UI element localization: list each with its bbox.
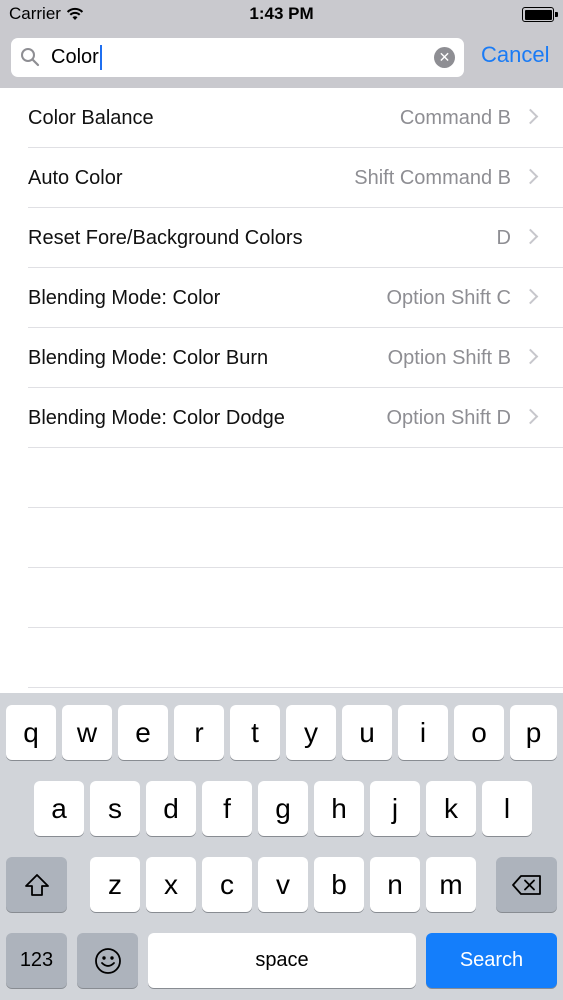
item-shortcut: Shift Command B [354,167,511,189]
item-shortcut: Option Shift B [387,347,511,369]
empty-row [28,628,563,688]
chevron-right-icon [522,168,539,185]
backspace-icon [511,874,541,895]
key-v[interactable]: v [258,857,308,912]
search-key[interactable]: Search [426,933,557,988]
battery-level [524,9,552,20]
key-i[interactable]: i [398,705,448,760]
key-l[interactable]: l [482,781,532,836]
item-title: Color Balance [28,107,154,129]
item-title: Blending Mode: Color Burn [28,347,269,369]
key-p[interactable]: p [510,705,557,760]
item-title: Reset Fore/Background Colors [28,227,303,249]
battery-tip [555,12,558,17]
key-a[interactable]: a [34,781,84,836]
key-r[interactable]: r [174,705,224,760]
numbers-key[interactable]: 123 [6,933,67,988]
key-x[interactable]: x [146,857,196,912]
key-b[interactable]: b [314,857,364,912]
item-title: Auto Color [28,167,123,189]
key-j[interactable]: j [370,781,420,836]
key-o[interactable]: o [454,705,504,760]
search-field[interactable]: Color ✕ [11,38,464,77]
keyboard: q w e r t y u i o p a s d f g h j k l z … [0,693,563,1000]
text-caret [99,45,102,70]
cancel-button[interactable]: Cancel [481,42,549,68]
key-u[interactable]: u [342,705,392,760]
key-m[interactable]: m [426,857,476,912]
emoji-icon [94,947,121,974]
key-k[interactable]: k [426,781,476,836]
shift-key[interactable] [6,857,67,912]
empty-row [28,568,563,628]
key-y[interactable]: y [286,705,336,760]
battery-icon [522,7,558,22]
key-s[interactable]: s [90,781,140,836]
list-item[interactable]: Color Balance Command B [28,88,563,148]
item-shortcut: Command B [399,107,511,129]
results-list: Color Balance Command B Auto Color Shift… [0,88,563,688]
list-item[interactable]: Auto Color Shift Command B [28,148,563,208]
key-h[interactable]: h [314,781,364,836]
status-time: 1:43 PM [249,4,314,23]
list-item[interactable]: Reset Fore/Background Colors D [28,208,563,268]
clear-icon[interactable]: ✕ [434,47,455,68]
key-g[interactable]: g [258,781,308,836]
key-q[interactable]: q [6,705,56,760]
key-f[interactable]: f [202,781,252,836]
key-d[interactable]: d [146,781,196,836]
backspace-key[interactable] [496,857,557,912]
key-t[interactable]: t [230,705,280,760]
chevron-right-icon [522,288,539,305]
key-z[interactable]: z [90,857,140,912]
item-title: Blending Mode: Color Dodge [28,407,285,429]
space-key[interactable]: space [148,933,416,988]
status-bar: Carrier 1:43 PM [0,0,563,30]
list-item[interactable]: Blending Mode: Color Dodge Option Shift … [28,388,563,448]
search-input-text: Color [51,46,99,68]
shift-icon [24,873,49,896]
key-n[interactable]: n [370,857,420,912]
item-shortcut: Option Shift D [386,407,511,429]
key-e[interactable]: e [118,705,168,760]
chevron-right-icon [522,228,539,245]
emoji-key[interactable] [77,933,138,988]
chevron-right-icon [522,408,539,425]
item-title: Blending Mode: Color [28,287,221,309]
list-item[interactable]: Blending Mode: Color Option Shift C [28,268,563,328]
empty-row [28,508,563,568]
list-item[interactable]: Blending Mode: Color Burn Option Shift B [28,328,563,388]
item-shortcut: Option Shift C [386,287,511,309]
search-bar: Color ✕ Cancel [0,30,563,88]
chevron-right-icon [522,108,539,125]
search-icon [21,48,40,67]
key-c[interactable]: c [202,857,252,912]
chevron-right-icon [522,348,539,365]
key-w[interactable]: w [62,705,112,760]
empty-row [28,448,563,508]
search-input[interactable]: Color [51,38,102,77]
item-shortcut: D [496,227,511,249]
